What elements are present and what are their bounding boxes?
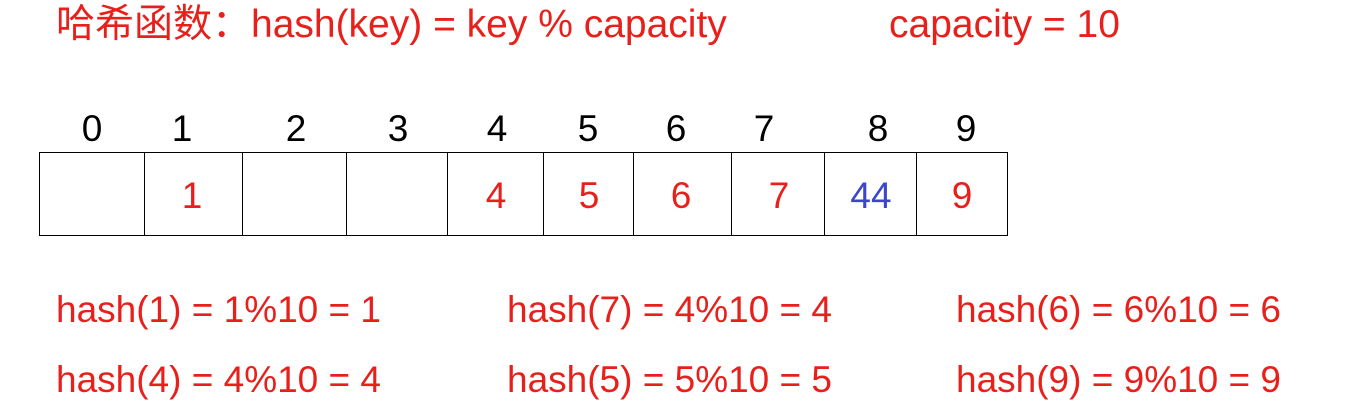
slot-8: 44: [824, 153, 916, 235]
slot-value: 7: [768, 175, 790, 216]
equation-hash-7: hash(7) = 4%10 = 4: [507, 289, 832, 330]
slot-value: [265, 173, 325, 219]
hash-function-title: 哈希函数：hash(key) = key % capacity: [56, 3, 727, 46]
slot-3: [346, 153, 447, 235]
equation-hash-9: hash(9) = 9%10 = 9: [956, 359, 1281, 400]
slot-9: 9: [916, 153, 1006, 235]
index-label-0: 0: [81, 108, 103, 149]
hash-table: 1 4 5 6 7 44 9: [39, 152, 1008, 236]
slot-value: 9: [951, 175, 973, 216]
index-label-1: 1: [171, 108, 193, 149]
slot-1: 1: [144, 153, 242, 235]
equation-hash-6: hash(6) = 6%10 = 6: [956, 289, 1281, 330]
slot-value: 6: [670, 175, 692, 216]
slot-2: [242, 153, 346, 235]
index-label-3: 3: [387, 108, 409, 149]
slot-value: 1: [181, 175, 203, 216]
equation-hash-1: hash(1) = 1%10 = 1: [56, 289, 381, 330]
slot-value: 5: [578, 175, 600, 216]
slot-value: [367, 173, 427, 219]
index-label-5: 5: [577, 108, 599, 149]
index-label-2: 2: [285, 108, 307, 149]
slot-7: 7: [731, 153, 824, 235]
equation-hash-4: hash(4) = 4%10 = 4: [56, 359, 381, 400]
slot-6: 6: [633, 153, 731, 235]
slot-5: 5: [543, 153, 633, 235]
index-label-9: 9: [955, 108, 977, 149]
slot-0: [40, 153, 144, 235]
capacity-label: capacity = 10: [889, 3, 1120, 46]
index-label-4: 4: [486, 108, 508, 149]
slot-4: 4: [447, 153, 543, 235]
slot-value: [62, 173, 122, 219]
slot-value: 4: [485, 175, 507, 216]
slot-value: 44: [850, 175, 892, 216]
index-label-7: 7: [753, 108, 775, 149]
index-label-6: 6: [665, 108, 687, 149]
index-label-8: 8: [867, 108, 889, 149]
equation-hash-5: hash(5) = 5%10 = 5: [507, 359, 832, 400]
